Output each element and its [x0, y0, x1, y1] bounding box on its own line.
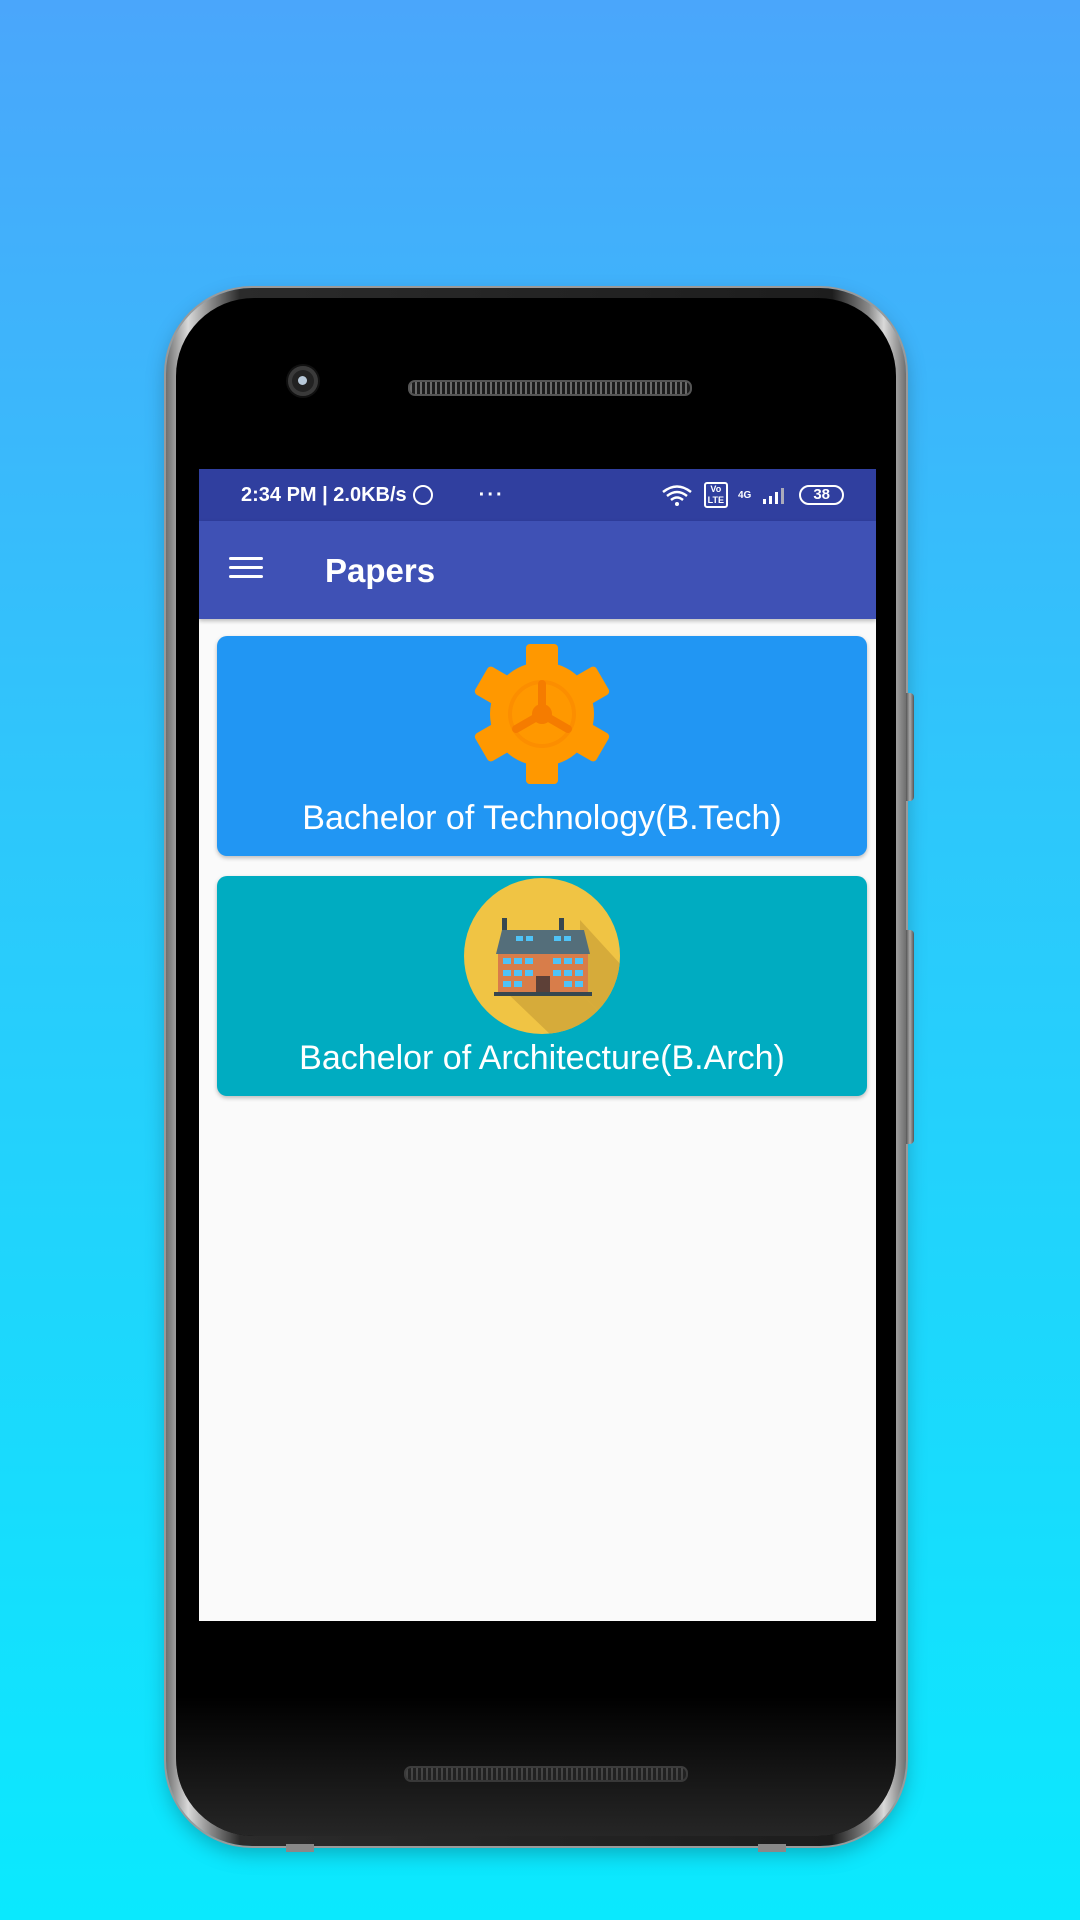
signal-icon — [763, 488, 785, 504]
bottom-speaker — [404, 1766, 688, 1782]
course-card-btech[interactable]: Bachelor of Technology(B.Tech) — [217, 636, 867, 856]
network-type: 4G — [737, 489, 752, 501]
app-toolbar: Papers — [199, 521, 876, 619]
wifi-icon — [661, 485, 692, 506]
volte-icon: Vo LTE — [703, 482, 728, 508]
gear-icon — [474, 644, 610, 784]
page-title: Papers — [325, 552, 436, 589]
battery-indicator: 38 — [799, 485, 844, 505]
frame-nub — [758, 1844, 786, 1852]
building-icon — [464, 878, 620, 1034]
app-screen: 2:34 PM | 2.0KB/s ··· Vo LTE 4G 38 Paper… — [199, 469, 876, 1621]
hamburger-menu-icon[interactable] — [229, 555, 265, 581]
volume-button — [906, 930, 914, 1144]
whatsapp-icon — [412, 485, 433, 505]
status-time-speed: 2:34 PM | 2.0KB/s — [241, 483, 407, 506]
course-label-btech: Bachelor of Technology(B.Tech) — [302, 799, 782, 837]
more-notifications-icon: ··· — [478, 483, 505, 506]
frame-nub — [286, 1844, 314, 1852]
top-speaker — [408, 380, 692, 396]
course-label-barch: Bachelor of Architecture(B.Arch) — [299, 1039, 785, 1077]
front-camera — [288, 366, 318, 396]
course-card-barch[interactable]: Bachelor of Architecture(B.Arch) — [217, 876, 867, 1096]
status-bar: 2:34 PM | 2.0KB/s ··· Vo LTE 4G 38 — [199, 469, 876, 521]
power-button — [906, 693, 914, 801]
